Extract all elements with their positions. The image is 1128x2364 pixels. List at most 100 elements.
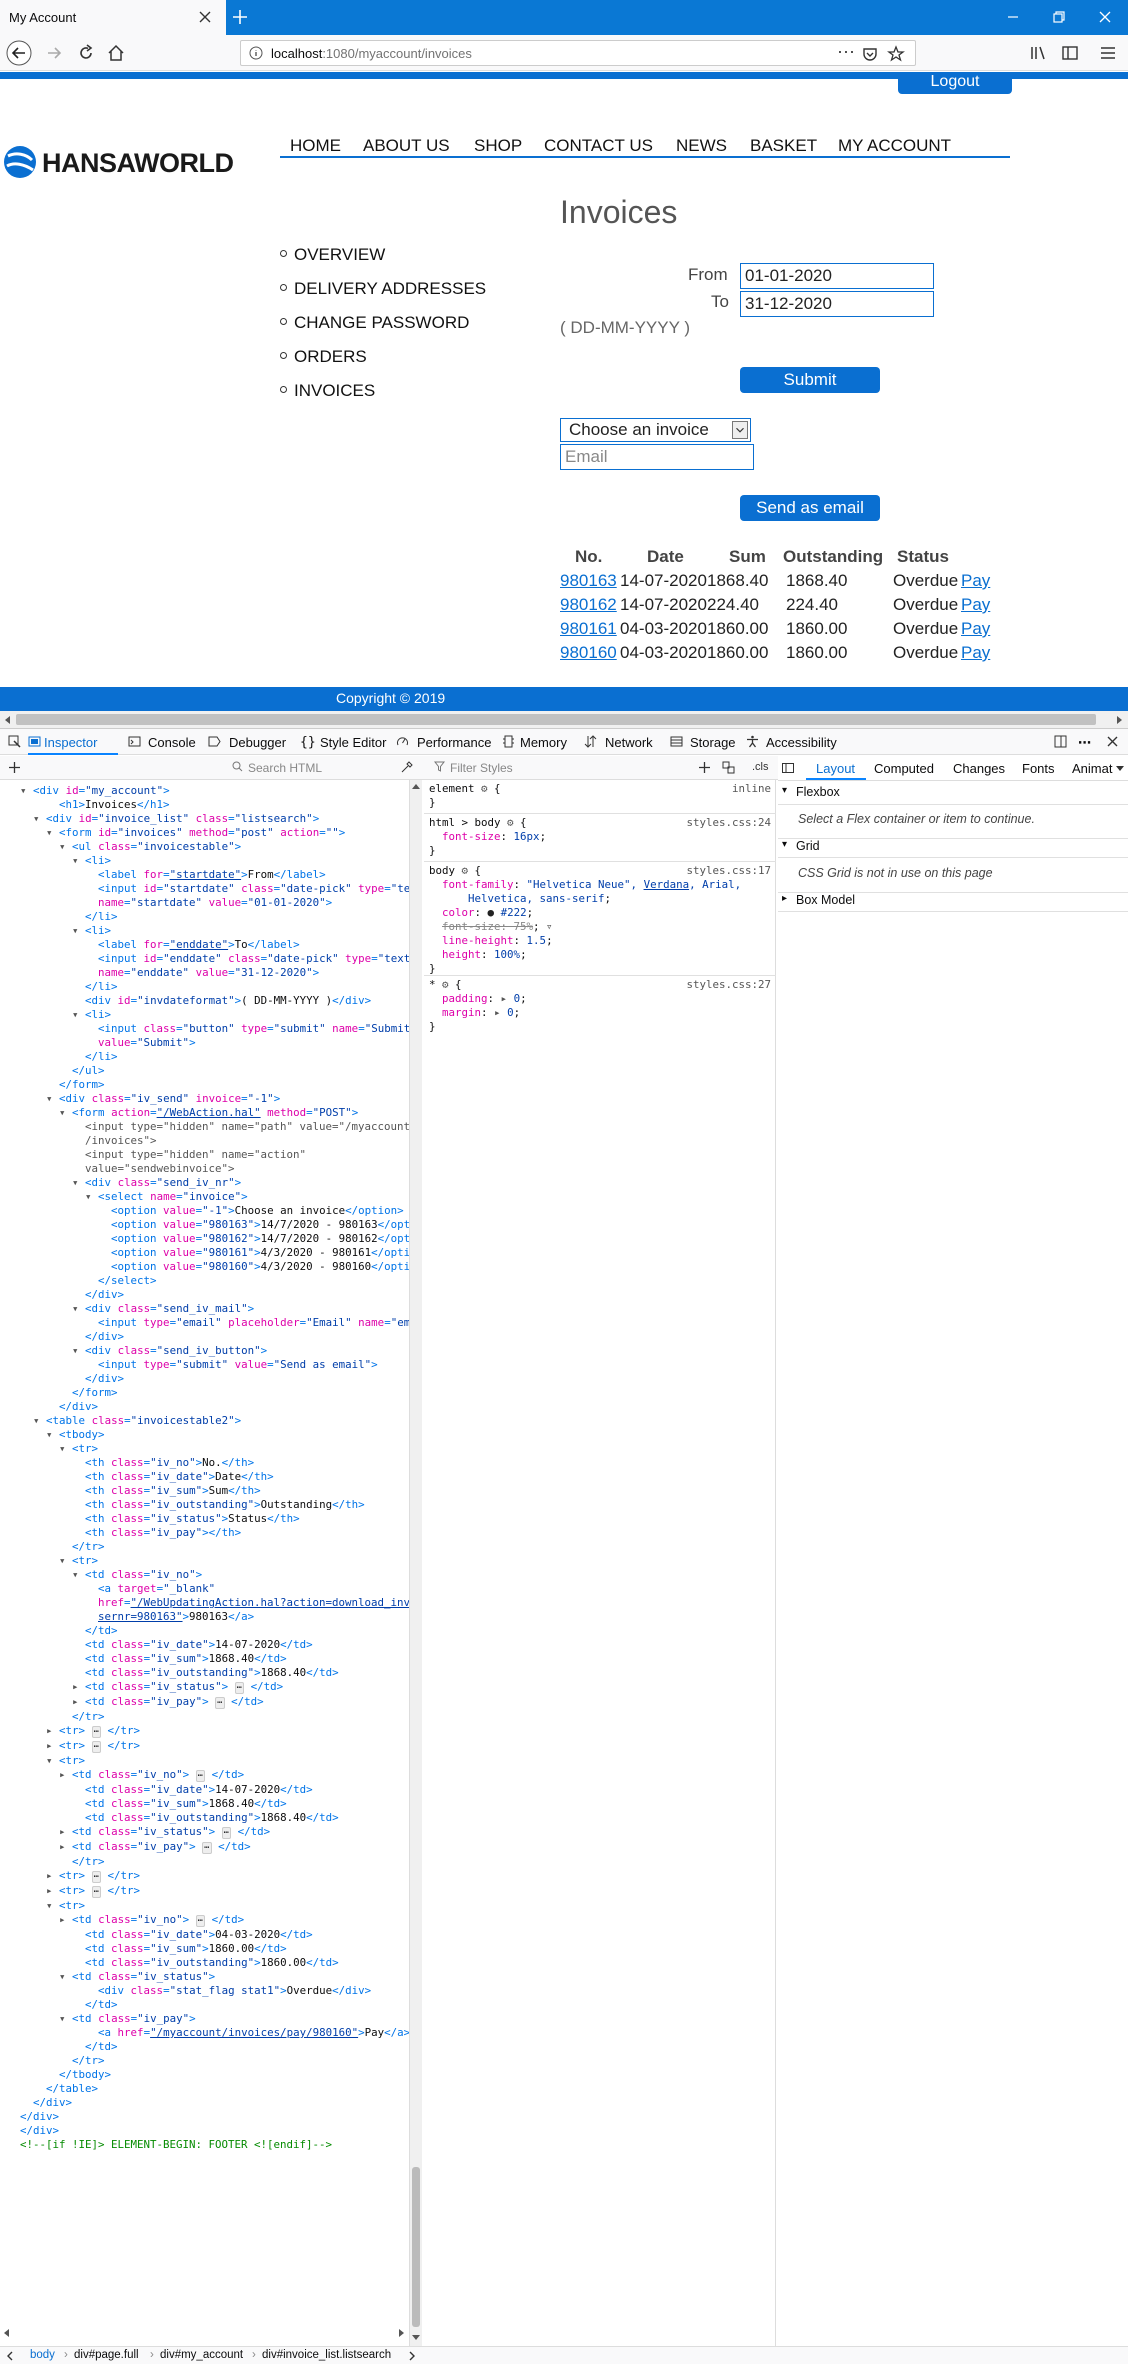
scroll-thumb[interactable] — [412, 2167, 420, 2327]
nav-my-account[interactable]: MY ACCOUNT — [838, 136, 951, 156]
tab-layout[interactable]: Layout — [816, 761, 855, 776]
scroll-up-icon[interactable] — [411, 782, 421, 792]
back-icon[interactable] — [6, 40, 32, 66]
sidebar-item-orders[interactable]: ORDERS — [280, 347, 367, 367]
invoice-number-link[interactable]: 980160 — [560, 643, 617, 663]
sidebar-item-delivery-addresses[interactable]: DELIVERY ADDRESSES — [280, 279, 486, 299]
email-field[interactable]: Email — [560, 444, 754, 470]
search-html-input[interactable]: Search HTML — [248, 761, 322, 775]
nav-about-us[interactable]: ABOUT US — [363, 136, 450, 156]
invoice-number-link[interactable]: 980162 — [560, 595, 617, 615]
scroll-left-icon[interactable] — [2, 2328, 12, 2338]
rule-element[interactable]: element ⚙ { } — [429, 782, 501, 810]
tab-fonts[interactable]: Fonts — [1022, 761, 1055, 776]
library-icon[interactable] — [1028, 43, 1048, 63]
pocket-icon[interactable] — [861, 45, 879, 63]
breadcrumb-item[interactable]: div#page.full — [74, 2349, 139, 2361]
tab-performance[interactable]: Performance — [417, 735, 491, 750]
tab-animations[interactable]: Animat — [1072, 761, 1112, 776]
markup-tree[interactable]: ▾ <div id="my_account"> <h1>Invoices</h1… — [20, 784, 409, 2152]
restore-icon[interactable] — [1050, 8, 1068, 26]
logout-button[interactable]: Logout — [898, 72, 1012, 94]
toggle-sidebar-icon[interactable] — [782, 762, 794, 774]
pay-link[interactable]: Pay — [961, 571, 990, 591]
bookmark-star-icon[interactable] — [887, 45, 905, 63]
rule-source[interactable]: styles.css:27 — [686, 978, 771, 991]
cls-toggle[interactable]: .cls — [752, 761, 769, 773]
browser-tab[interactable]: My Account — [0, 0, 226, 35]
breadcrumb-item[interactable]: div#my_account — [160, 2349, 243, 2361]
nav-shop[interactable]: SHOP — [474, 136, 522, 156]
scroll-right-icon[interactable] — [1114, 715, 1124, 725]
chevron-down-icon[interactable] — [1116, 766, 1124, 772]
grid-section-header[interactable]: ▾ Grid — [778, 838, 1128, 858]
scroll-left-icon[interactable] — [3, 715, 13, 725]
scroll-thumb[interactable] — [16, 714, 1096, 725]
submit-button[interactable]: Submit — [740, 367, 880, 393]
close-tab-icon[interactable] — [196, 8, 214, 26]
start-date-input[interactable]: 01-01-2020 — [740, 263, 934, 289]
rule-source[interactable]: styles.css:17 — [686, 864, 771, 877]
filter-styles-input[interactable]: Filter Styles — [450, 761, 513, 775]
scroll-right-icon[interactable] — [396, 2328, 406, 2338]
horizontal-scrollbar[interactable] — [0, 711, 1128, 729]
url-bar[interactable]: localhost:1080/myaccount/invoices ··· — [240, 40, 916, 66]
box-model-section-header[interactable]: ▸ Box Model — [778, 892, 1128, 912]
close-devtools-icon[interactable] — [1106, 735, 1119, 748]
hansaworld-logo[interactable]: HANSAWORLD — [2, 144, 252, 184]
flexbox-section-header[interactable]: ▾ Flexbox — [778, 785, 1128, 805]
invoice-number-link[interactable]: 980161 — [560, 619, 617, 639]
tab-inspector[interactable]: Inspector — [44, 735, 97, 750]
nav-home[interactable]: HOME — [290, 136, 341, 156]
nav-news[interactable]: NEWS — [676, 136, 727, 156]
nav-basket[interactable]: BASKET — [750, 136, 817, 156]
rule-universal[interactable]: * ⚙ { padding: ▸ 0; margin: ▸ 0; } — [429, 978, 527, 1034]
sidebar-icon[interactable] — [1060, 43, 1080, 63]
chevron-left-icon[interactable] — [6, 2351, 14, 2361]
pick-element-icon[interactable] — [8, 735, 21, 748]
rule-source[interactable]: inline — [732, 782, 771, 795]
close-window-icon[interactable] — [1096, 8, 1114, 26]
sidebar-item-change-password[interactable]: CHANGE PASSWORD — [280, 313, 469, 333]
reload-icon[interactable] — [76, 43, 96, 63]
info-icon[interactable] — [249, 46, 263, 60]
invoice-select[interactable]: Choose an invoice — [560, 418, 751, 442]
tab-debugger[interactable]: Debugger — [229, 735, 286, 750]
more-options-icon[interactable]: ⋯ — [1078, 735, 1091, 751]
rule-source[interactable]: styles.css:24 — [686, 816, 771, 829]
tab-accessibility[interactable]: Accessibility — [766, 735, 837, 750]
tab-memory[interactable]: Memory — [520, 735, 567, 750]
breadcrumb-item[interactable]: body — [30, 2349, 55, 2361]
invoice-number-link[interactable]: 980163 — [560, 571, 617, 591]
end-date-input[interactable]: 31-12-2020 — [740, 291, 934, 317]
tab-storage[interactable]: Storage — [690, 735, 736, 750]
tab-changes[interactable]: Changes — [953, 761, 1005, 776]
forward-icon[interactable] — [44, 43, 64, 63]
breadcrumb-item[interactable]: div#invoice_list.listsearch — [262, 2349, 391, 2361]
menu-icon[interactable] — [1098, 43, 1118, 63]
tab-computed[interactable]: Computed — [874, 761, 934, 776]
minimize-icon[interactable] — [1004, 8, 1022, 26]
chevron-right-icon[interactable] — [408, 2351, 416, 2361]
rule-html-body[interactable]: html > body ⚙ { font-size: 16px; } — [429, 816, 546, 858]
new-tab-icon[interactable] — [230, 7, 250, 27]
home-icon[interactable] — [106, 43, 126, 63]
pay-link[interactable]: Pay — [961, 643, 990, 663]
add-rule-icon[interactable] — [698, 761, 711, 774]
scroll-down-icon[interactable] — [411, 2332, 421, 2342]
toggle-pseudo-class-icon[interactable] — [722, 761, 735, 774]
dock-icon[interactable] — [1054, 735, 1067, 748]
add-node-icon[interactable] — [8, 761, 21, 774]
eyedropper-icon[interactable] — [400, 761, 413, 774]
tab-network[interactable]: Network — [605, 735, 653, 750]
page-actions-icon[interactable]: ··· — [837, 41, 855, 61]
tab-console[interactable]: Console — [148, 735, 196, 750]
sidebar-item-invoices[interactable]: INVOICES — [280, 381, 375, 401]
send-as-email-button[interactable]: Send as email — [740, 495, 880, 521]
tab-style-editor[interactable]: Style Editor — [320, 735, 386, 750]
markup-vertical-scrollbar[interactable] — [410, 780, 422, 2346]
sidebar-item-overview[interactable]: OVERVIEW — [280, 245, 385, 265]
pay-link[interactable]: Pay — [961, 595, 990, 615]
rule-body[interactable]: body ⚙ { font-family: "Helvetica Neue", … — [429, 864, 741, 976]
nav-contact-us[interactable]: CONTACT US — [544, 136, 653, 156]
